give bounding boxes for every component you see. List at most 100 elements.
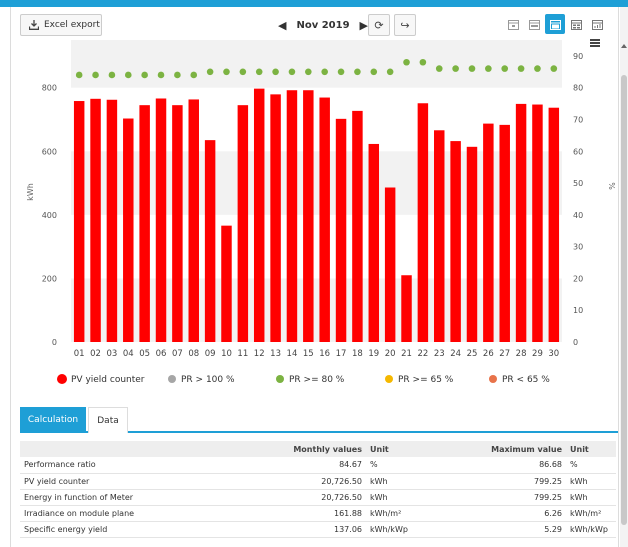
header-name — [20, 441, 250, 457]
bar-pv-yield — [499, 124, 510, 342]
point-pr — [354, 68, 361, 76]
bar-pv-yield — [335, 118, 347, 343]
row-monthly-value: 20,726.50 — [250, 473, 366, 490]
x-tick-label: 21 — [401, 349, 412, 359]
y-tick-label: 200 — [42, 274, 57, 283]
table-row: Performance ratio 84.67% 86.68% — [20, 457, 616, 474]
row-maximum-value: 6.26 — [480, 505, 566, 522]
x-tick-label: 03 — [107, 349, 118, 359]
bar-pv-yield — [450, 141, 461, 342]
bar-pv-yield — [368, 143, 380, 342]
point-pr — [468, 65, 476, 72]
x-tick-label: 24 — [450, 349, 461, 359]
x-tick-label: 16 — [319, 349, 330, 359]
bar-pv-yield — [237, 105, 249, 342]
point-pr — [92, 71, 99, 79]
x-tick-label: 12 — [254, 349, 265, 359]
point-pr — [485, 65, 492, 72]
legend-label: PR < 65 % — [502, 375, 550, 385]
x-tick-label: 30 — [548, 349, 559, 359]
x-tick-label: 09 — [205, 349, 216, 359]
point-pr — [75, 71, 83, 79]
x-tick-label: 15 — [303, 349, 314, 359]
row-maximum-value: 799.25 — [480, 489, 566, 506]
x-tick-label: 07 — [172, 349, 183, 359]
bar-pv-yield — [204, 140, 216, 342]
y2-tick-label: 50 — [573, 179, 583, 188]
x-tick-label: 11 — [237, 349, 248, 359]
bar-pv-yield — [548, 107, 560, 342]
point-pr — [223, 68, 230, 76]
x-tick-label: 14 — [287, 349, 298, 359]
legend-marker — [489, 375, 497, 383]
row-label: Energy in function of Meter — [20, 489, 250, 506]
calculation-table: Monthly values Unit Maximum value Unit P… — [20, 441, 616, 538]
legend-label: PR >= 80 % — [289, 375, 345, 385]
point-pr — [321, 68, 328, 76]
row-maximum-value: 86.68 — [480, 457, 566, 474]
point-pr — [124, 71, 132, 79]
bar-pv-yield — [221, 225, 232, 342]
point-pr — [157, 71, 165, 79]
bar-pv-yield — [303, 90, 314, 342]
x-tick-label: 29 — [532, 349, 543, 359]
y2-tick-label: 60 — [573, 147, 583, 156]
bar-pv-yield — [401, 275, 412, 342]
y-tick-label: 0 — [52, 338, 57, 347]
row-monthly-value: 137.06 — [250, 521, 366, 538]
pv-yield-chart: 0 200 400 600 800 0 10 20 30 40 50 60 70 80 90 01 02 03… — [26, 40, 616, 385]
point-pr — [174, 71, 181, 79]
bar-pv-yield — [155, 98, 167, 342]
tab-calculation[interactable]: Calculation — [20, 407, 86, 433]
tab-bar: Calculation Data — [20, 407, 618, 433]
point-pr — [370, 68, 378, 76]
x-tick-label: 23 — [434, 349, 445, 359]
point-pr — [141, 71, 148, 79]
point-pr — [206, 68, 214, 76]
row-label: Specific energy yield — [20, 521, 250, 538]
y-tick-label: 800 — [42, 84, 57, 93]
bar-pv-yield — [319, 97, 330, 343]
tab-data[interactable]: Data — [88, 407, 128, 433]
x-tick-label: 06 — [156, 349, 167, 359]
bar-pv-yield — [172, 105, 183, 342]
point-pr — [239, 68, 247, 76]
point-pr — [305, 68, 312, 76]
x-tick-label: 17 — [336, 349, 347, 359]
bar-pv-yield — [434, 130, 445, 342]
y2-tick-label: 80 — [573, 84, 583, 93]
header-unit: Unit — [366, 441, 480, 457]
point-pr — [255, 68, 263, 76]
y-axis-label: kWh — [26, 183, 35, 201]
point-pr — [386, 68, 394, 76]
bar-pv-yield — [417, 103, 429, 343]
x-tick-label: 02 — [90, 349, 101, 359]
legend-label: PV yield counter — [71, 375, 145, 385]
bar-pv-yield — [90, 98, 101, 343]
row-maximum-value: 799.25 — [480, 473, 566, 490]
y2-axis-label: % — [607, 182, 616, 190]
point-pr — [550, 65, 558, 72]
bar-pv-yield — [532, 104, 543, 343]
bar-pv-yield — [123, 118, 134, 343]
x-tick-label: 26 — [483, 349, 494, 359]
row-maximum-value: 5.29 — [480, 521, 566, 538]
bar-pv-yield — [106, 99, 118, 342]
x-tick-label: 22 — [417, 349, 428, 359]
bar-pv-yield — [270, 94, 281, 342]
row-monthly-unit: kWh/m² — [366, 505, 480, 522]
bar-pv-yield — [253, 88, 265, 342]
point-pr — [403, 58, 410, 66]
x-tick-label: 04 — [123, 349, 134, 359]
legend-marker — [385, 375, 393, 383]
point-pr — [190, 71, 198, 79]
y-tick-label: 600 — [42, 147, 57, 156]
grid-band — [71, 40, 562, 88]
row-monthly-unit: kWh/kWp — [366, 521, 480, 538]
row-maximum-unit: kWh/m² — [566, 505, 616, 522]
point-pr — [288, 68, 296, 76]
table-row: PV yield counter 20,726.50 kWh 799.25 kWh — [20, 473, 616, 490]
header-monthly-values: Monthly values — [250, 441, 366, 457]
row-label: Irradiance on module plane — [20, 505, 250, 522]
row-monthly-value: 161.88 — [250, 505, 366, 522]
